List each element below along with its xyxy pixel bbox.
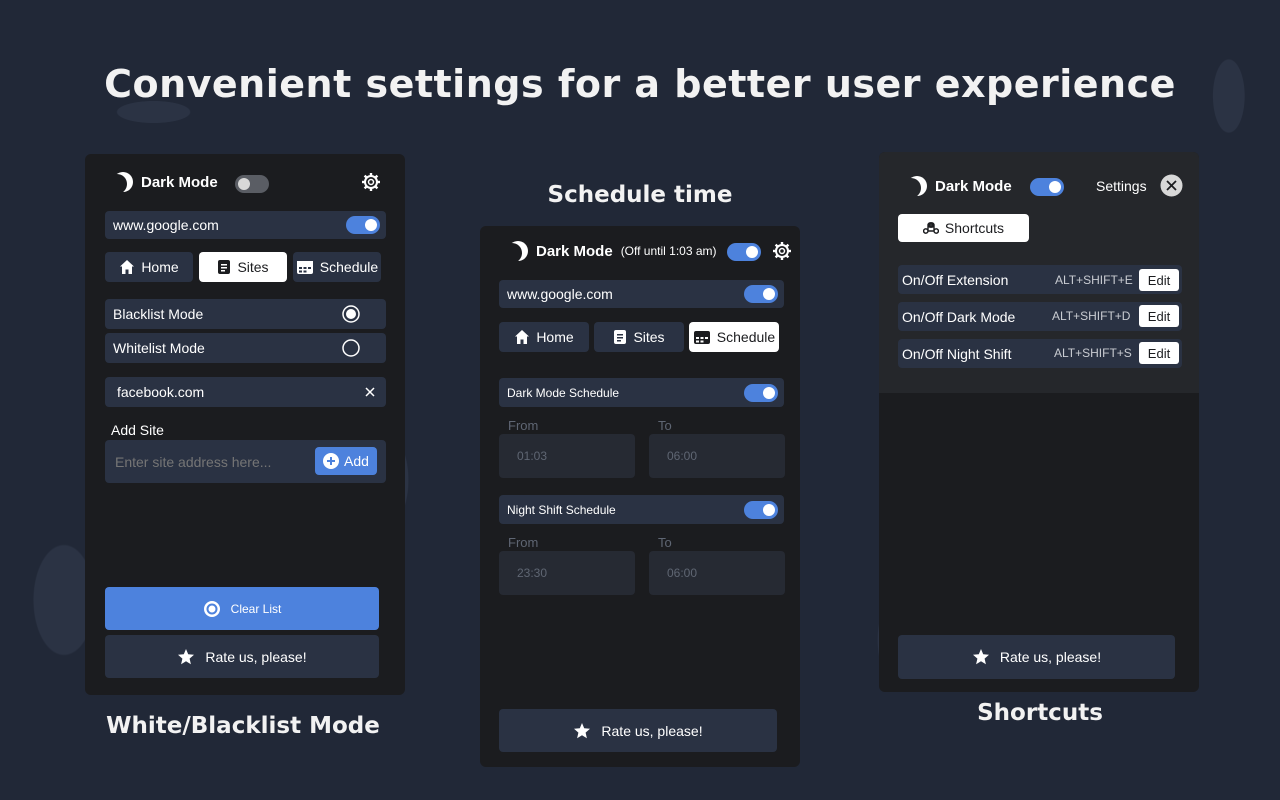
right-panel: Dark Mode Settings Shortcuts On/Off Exte… — [879, 152, 1199, 692]
refresh-icon — [203, 600, 220, 617]
to-label: To — [658, 418, 672, 433]
shortcut-keys: ALT+SHIFT+S — [1054, 346, 1132, 360]
tab-sites[interactable]: Sites — [594, 322, 684, 352]
command-key-icon — [922, 222, 939, 234]
tab-schedule[interactable]: Schedule — [293, 252, 381, 282]
dark-mode-toggle[interactable] — [727, 243, 761, 261]
dark-from-time[interactable]: 01:03 — [499, 434, 635, 478]
rate-button[interactable]: Rate us, please! — [105, 635, 379, 678]
close-icon[interactable] — [365, 387, 375, 397]
page-headline: Convenient settings for a better user ex… — [104, 62, 1176, 106]
calendar-icon — [693, 331, 710, 344]
to-label: To — [658, 535, 672, 550]
shortcut-keys: ALT+SHIFT+D — [1052, 309, 1131, 323]
shortcut-keys: ALT+SHIFT+E — [1055, 273, 1133, 287]
brand-label: Dark Mode — [536, 242, 613, 260]
brand-note: (Off until 1:03 am) — [620, 244, 717, 258]
list-item: facebook.com — [105, 377, 386, 407]
clear-list-button[interactable]: Clear List — [105, 587, 379, 630]
tab-schedule[interactable]: Schedule — [689, 322, 779, 352]
dark-to-time[interactable]: 06:00 — [649, 434, 785, 478]
home-icon — [515, 330, 530, 344]
current-site-row: www.google.com — [105, 211, 386, 239]
tab-shortcuts-label: Shortcuts — [944, 220, 1005, 236]
listed-site-label: facebook.com — [117, 384, 205, 400]
tab-home[interactable]: Home — [105, 252, 193, 282]
gear-icon[interactable] — [772, 241, 792, 261]
rate-button[interactable]: Rate us, please! — [898, 635, 1175, 679]
document-icon — [218, 260, 231, 274]
rate-button-label: Rate us, please! — [601, 722, 703, 739]
add-site-input[interactable] — [115, 451, 303, 473]
edit-button[interactable]: Edit — [1139, 269, 1179, 291]
center-panel: Dark Mode (Off until 1:03 am) www.google… — [480, 226, 800, 767]
rate-button-label: Rate us, please! — [205, 648, 307, 665]
brand: Dark Mode — [113, 172, 218, 192]
edit-button[interactable]: Edit — [1139, 342, 1179, 364]
dark-mode-schedule-label: Dark Mode Schedule — [507, 385, 620, 400]
tab-schedule-label: Schedule — [716, 329, 776, 345]
tab-home[interactable]: Home — [499, 322, 589, 352]
tab-sites[interactable]: Sites — [199, 252, 287, 282]
star-icon — [972, 649, 989, 665]
tab-shortcuts[interactable]: Shortcuts — [898, 214, 1029, 242]
add-button[interactable]: Add — [315, 447, 377, 475]
dark-mode-schedule-toggle[interactable] — [744, 384, 778, 402]
from-label: From — [508, 418, 539, 433]
brand-label: Dark Mode — [141, 173, 218, 191]
whitelist-radio[interactable] — [342, 339, 360, 357]
home-icon — [120, 260, 135, 274]
star-icon — [178, 648, 195, 664]
star-icon — [574, 722, 591, 738]
moon-icon — [113, 172, 133, 192]
dark-mode-toggle[interactable] — [235, 175, 269, 193]
shortcut-name: On/Off Extension — [902, 271, 1009, 288]
close-icon[interactable] — [1160, 174, 1183, 197]
brand: Dark Mode (Off until 1:03 am) — [508, 241, 717, 261]
calendar-icon — [296, 261, 313, 274]
dark-mode-toggle[interactable] — [1030, 178, 1064, 196]
gear-icon[interactable] — [361, 172, 381, 192]
night-shift-schedule-label: Night Shift Schedule — [507, 502, 616, 517]
shortcut-name: On/Off Dark Mode — [902, 308, 1016, 325]
moon-icon — [508, 241, 528, 261]
tab-schedule-label: Schedule — [319, 259, 379, 275]
shortcut-name: On/Off Night Shift — [902, 345, 1012, 362]
tab-sites-label: Sites — [633, 329, 665, 345]
from-label: From — [508, 535, 539, 550]
rate-button-label: Rate us, please! — [999, 649, 1102, 665]
night-shift-schedule-row: Night Shift Schedule — [499, 495, 784, 524]
whitelist-mode-label: Whitelist Mode — [113, 340, 205, 356]
left-caption: White/Blacklist Mode — [106, 713, 380, 739]
edit-button[interactable]: Edit — [1139, 305, 1179, 327]
tab-home-label: Home — [536, 329, 574, 345]
tab-sites-label: Sites — [237, 259, 269, 275]
add-site-label: Add Site — [111, 422, 164, 438]
tab-home-label: Home — [141, 259, 179, 275]
rate-button[interactable]: Rate us, please! — [499, 709, 777, 752]
right-caption: Shortcuts — [977, 700, 1103, 726]
document-icon — [614, 330, 627, 344]
clear-list-label: Clear List — [230, 601, 282, 616]
blacklist-radio[interactable] — [342, 305, 360, 323]
blacklist-mode-label: Blacklist Mode — [113, 306, 204, 322]
current-site-label: www.google.com — [507, 286, 613, 302]
add-button-label: Add — [344, 453, 369, 469]
night-shift-schedule-toggle[interactable] — [744, 501, 778, 519]
moon-icon — [907, 176, 927, 196]
dark-mode-schedule-row: Dark Mode Schedule — [499, 378, 784, 407]
site-toggle[interactable] — [744, 285, 778, 303]
plus-icon — [323, 453, 340, 469]
left-panel: Dark Mode www.google.com Home Sites Sche… — [85, 154, 405, 695]
brand-label: Dark Mode — [935, 177, 1012, 195]
settings-label: Settings — [1096, 178, 1147, 194]
night-from-time[interactable]: 23:30 — [499, 551, 635, 595]
center-caption: Schedule time — [547, 182, 733, 208]
current-site-label: www.google.com — [113, 217, 219, 233]
brand: Dark Mode — [907, 176, 1012, 196]
site-toggle[interactable] — [346, 216, 380, 234]
current-site-row: www.google.com — [499, 280, 784, 308]
night-to-time[interactable]: 06:00 — [649, 551, 785, 595]
